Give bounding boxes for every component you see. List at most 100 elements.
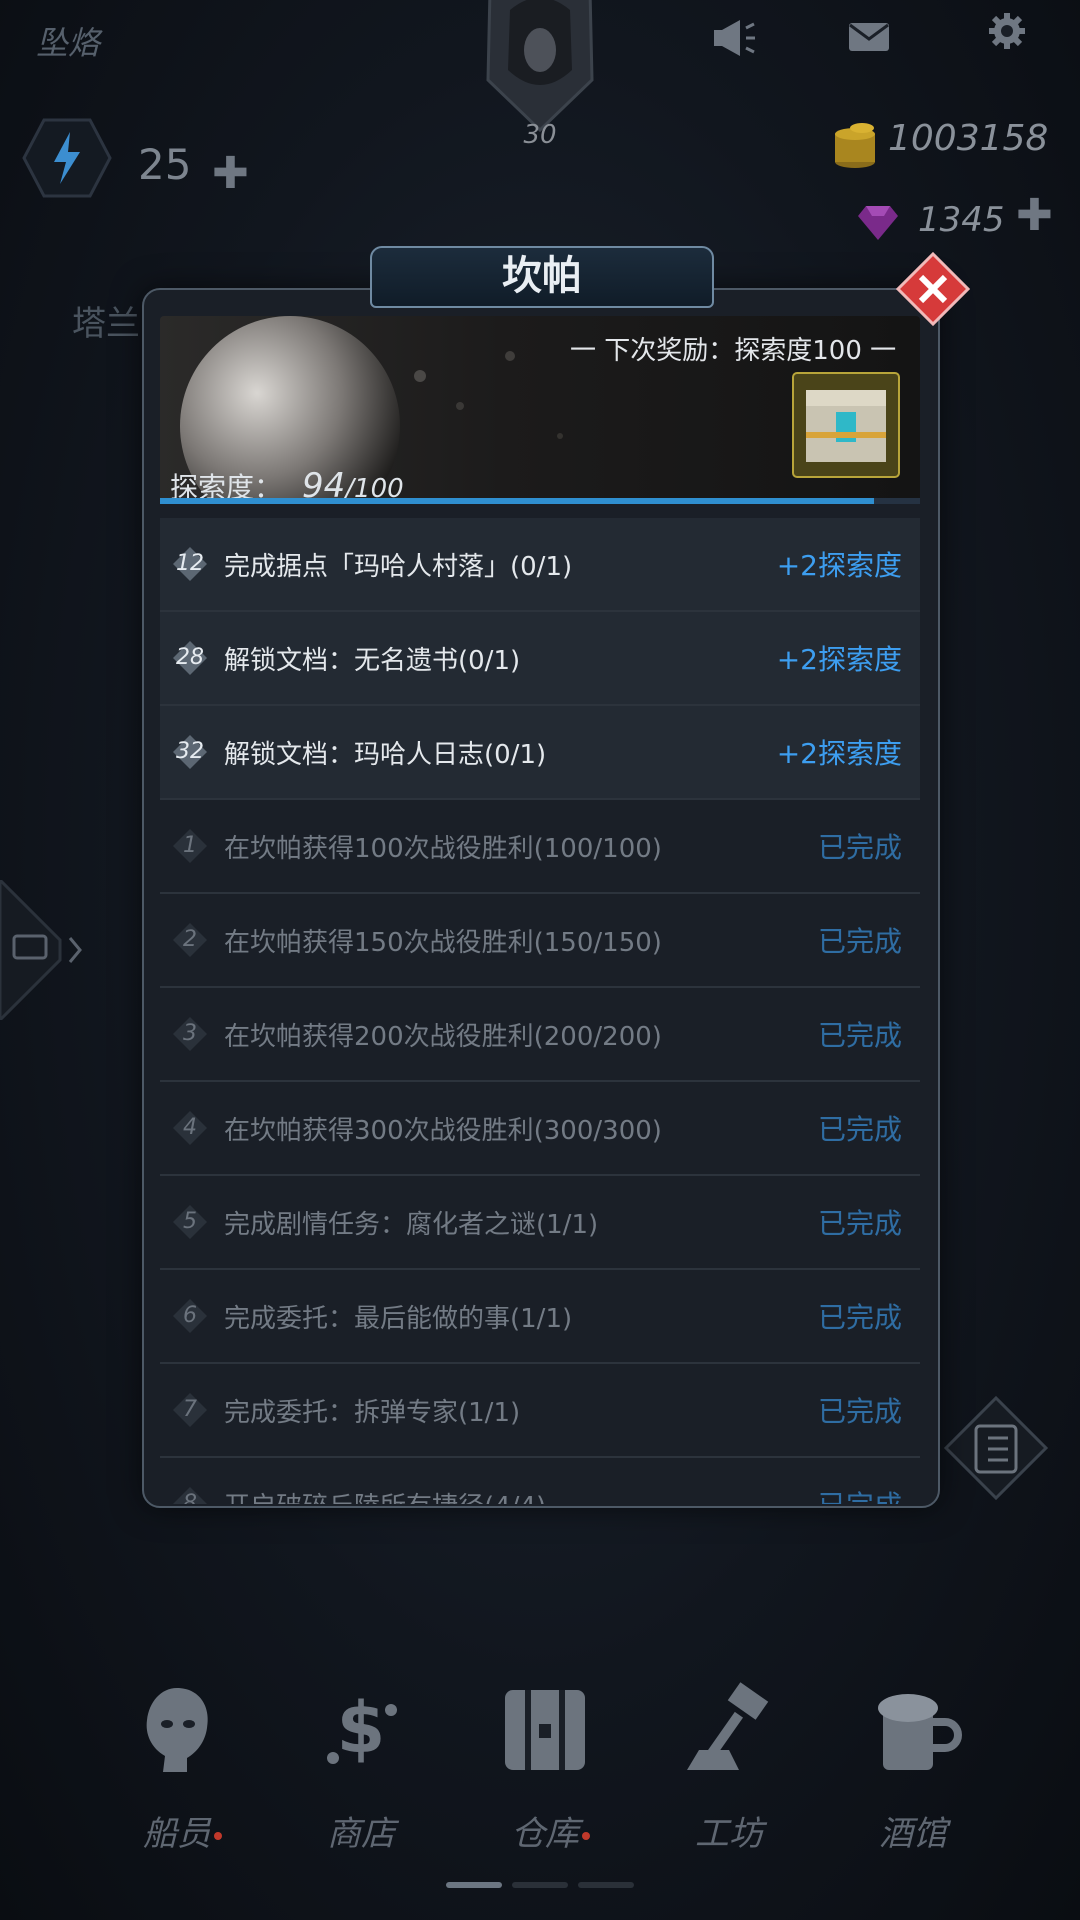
energy-add-icon[interactable]: ✚ xyxy=(212,148,249,199)
task-reward: +2探索度 xyxy=(776,737,902,770)
player-name: 坠烙 xyxy=(36,24,101,62)
task-reward: 已完成 xyxy=(817,831,902,864)
task-number: 6 xyxy=(183,1303,197,1328)
task-number: 28 xyxy=(176,645,204,670)
task-number-badge: 28 xyxy=(172,640,208,676)
task-row[interactable]: 6 完成委托：最后能做的事(1/1) 已完成 xyxy=(160,1270,920,1364)
player-avatar[interactable] xyxy=(480,0,600,140)
task-number-badge: 4 xyxy=(172,1110,208,1146)
task-number: 7 xyxy=(183,1397,197,1422)
nav-shop[interactable]: $ 商店 xyxy=(286,1680,436,1855)
task-number-badge: 12 xyxy=(172,546,208,582)
nav-label: 商店 xyxy=(327,1814,395,1854)
announcement-icon[interactable] xyxy=(712,18,756,58)
task-number: 8 xyxy=(183,1491,197,1504)
task-number: 32 xyxy=(176,739,204,764)
energy-value: 25 xyxy=(138,140,192,189)
chat-panel-toggle[interactable] xyxy=(0,880,90,1020)
page-indicator-active xyxy=(446,1882,502,1888)
task-text: 在坎帕获得100次战役胜利(100/100) xyxy=(224,833,662,864)
task-number: 12 xyxy=(176,551,204,576)
dialog-title: 坎帕 xyxy=(370,246,714,308)
task-number-badge: 1 xyxy=(172,828,208,864)
task-reward: +2探索度 xyxy=(776,643,902,676)
task-reward: 已完成 xyxy=(817,925,902,958)
task-row[interactable]: 2 在坎帕获得150次战役胜利(150/150) 已完成 xyxy=(160,894,920,988)
task-text: 完成据点「玛哈人村落」(0/1) xyxy=(224,551,573,582)
task-row[interactable]: 4 在坎帕获得300次战役胜利(300/300) 已完成 xyxy=(160,1082,920,1176)
settings-gear-icon[interactable] xyxy=(988,12,1026,50)
page-indicator xyxy=(512,1882,568,1888)
next-reward-label: 一 下次奖励：探索度100 一 xyxy=(570,336,897,366)
task-text: 完成委托：拆弹专家(1/1) xyxy=(224,1397,521,1428)
nav-label: 工坊 xyxy=(695,1814,763,1854)
task-text: 解锁文档：无名遗书(0/1) xyxy=(224,645,521,676)
gold-value: 1003158 xyxy=(888,118,1049,159)
task-number-badge: 8 xyxy=(172,1486,208,1504)
task-text: 完成委托：最后能做的事(1/1) xyxy=(224,1303,573,1334)
task-row[interactable]: 12 完成据点「玛哈人村落」(0/1) +2探索度 xyxy=(160,518,920,612)
task-list-icon[interactable] xyxy=(944,1396,1048,1500)
close-button[interactable] xyxy=(896,252,970,326)
task-row[interactable]: 8 开启破碎丘陵所有捷径(4/4)已完成 xyxy=(160,1458,920,1504)
svg-text:$: $ xyxy=(337,1687,386,1769)
task-number-badge: 32 xyxy=(172,734,208,770)
progress-fill xyxy=(160,498,875,504)
task-reward: 已完成 xyxy=(817,1395,902,1428)
nav-label: 船员 xyxy=(143,1814,211,1854)
gem-icon xyxy=(858,206,898,240)
notification-dot xyxy=(214,1832,222,1840)
task-text: 在坎帕获得300次战役胜利(300/300) xyxy=(224,1115,662,1146)
task-number: 5 xyxy=(183,1209,197,1234)
task-reward: 已完成 xyxy=(817,1301,902,1334)
task-row[interactable]: 1 在坎帕获得100次战役胜利(100/100) 已完成 xyxy=(160,800,920,894)
tavern-icon xyxy=(878,1694,962,1770)
nav-warehouse[interactable]: 仓库 xyxy=(470,1680,620,1855)
task-number-badge: 6 xyxy=(172,1298,208,1334)
gem-value: 1345 xyxy=(918,200,1005,240)
crew-icon xyxy=(146,1688,208,1772)
task-row[interactable]: 28 解锁文档：无名遗书(0/1) +2探索度 xyxy=(160,612,920,706)
nav-workshop[interactable]: 工坊 xyxy=(654,1680,804,1855)
player-level: 30 xyxy=(523,120,557,150)
task-text: 完成剧情任务：腐化者之谜(1/1) xyxy=(224,1209,599,1240)
task-row[interactable]: 32 解锁文档：玛哈人日志(0/1) +2探索度 xyxy=(160,706,920,800)
task-number-badge: 2 xyxy=(172,922,208,958)
task-number-badge: 5 xyxy=(172,1204,208,1240)
shop-icon: $ xyxy=(327,1687,397,1769)
energy-icon xyxy=(22,118,112,198)
bottom-nav: 船员 $ 商店 仓库 工坊 酒馆 xyxy=(0,1680,1080,1880)
mail-icon[interactable] xyxy=(848,22,890,52)
gem-add-icon[interactable]: ✚ xyxy=(1016,190,1053,241)
nav-crew[interactable]: 船员 xyxy=(102,1680,252,1855)
task-number-badge: 7 xyxy=(172,1392,208,1428)
nav-tavern[interactable]: 酒馆 xyxy=(838,1680,988,1855)
page-indicator xyxy=(578,1882,634,1888)
task-number: 1 xyxy=(183,833,197,858)
task-reward: 已完成 xyxy=(818,1484,902,1504)
task-text: 开启破碎丘陵所有捷径(4/4) xyxy=(224,1486,818,1505)
task-row[interactable]: 7 完成委托：拆弹专家(1/1) 已完成 xyxy=(160,1364,920,1458)
task-number: 3 xyxy=(183,1021,197,1046)
task-number: 2 xyxy=(183,927,197,952)
task-number: 4 xyxy=(183,1115,197,1140)
task-reward: 已完成 xyxy=(817,1207,902,1240)
background-location-label: 塔兰 xyxy=(72,304,140,344)
notification-dot xyxy=(582,1832,590,1840)
task-reward: +2探索度 xyxy=(776,549,902,582)
nav-label: 仓库 xyxy=(511,1814,579,1854)
task-list[interactable]: 12 完成据点「玛哈人村落」(0/1) +2探索度 28 解锁文档：无名遗书(0/1) +… xyxy=(160,518,920,1504)
nav-label: 酒馆 xyxy=(879,1814,947,1854)
task-reward: 已完成 xyxy=(817,1113,902,1146)
task-text: 在坎帕获得200次战役胜利(200/200) xyxy=(224,1021,662,1052)
task-number-badge: 3 xyxy=(172,1016,208,1052)
reward-chest-icon[interactable] xyxy=(792,372,900,478)
task-row[interactable]: 5 完成剧情任务：腐化者之谜(1/1) 已完成 xyxy=(160,1176,920,1270)
task-reward: 已完成 xyxy=(817,1019,902,1052)
warehouse-icon xyxy=(505,1690,585,1770)
workshop-icon xyxy=(687,1682,769,1770)
task-text: 在坎帕获得150次战役胜利(150/150) xyxy=(224,927,662,958)
gold-coin-icon xyxy=(835,123,875,168)
task-row[interactable]: 3 在坎帕获得200次战役胜利(200/200) 已完成 xyxy=(160,988,920,1082)
task-text: 解锁文档：玛哈人日志(0/1) xyxy=(224,739,547,770)
